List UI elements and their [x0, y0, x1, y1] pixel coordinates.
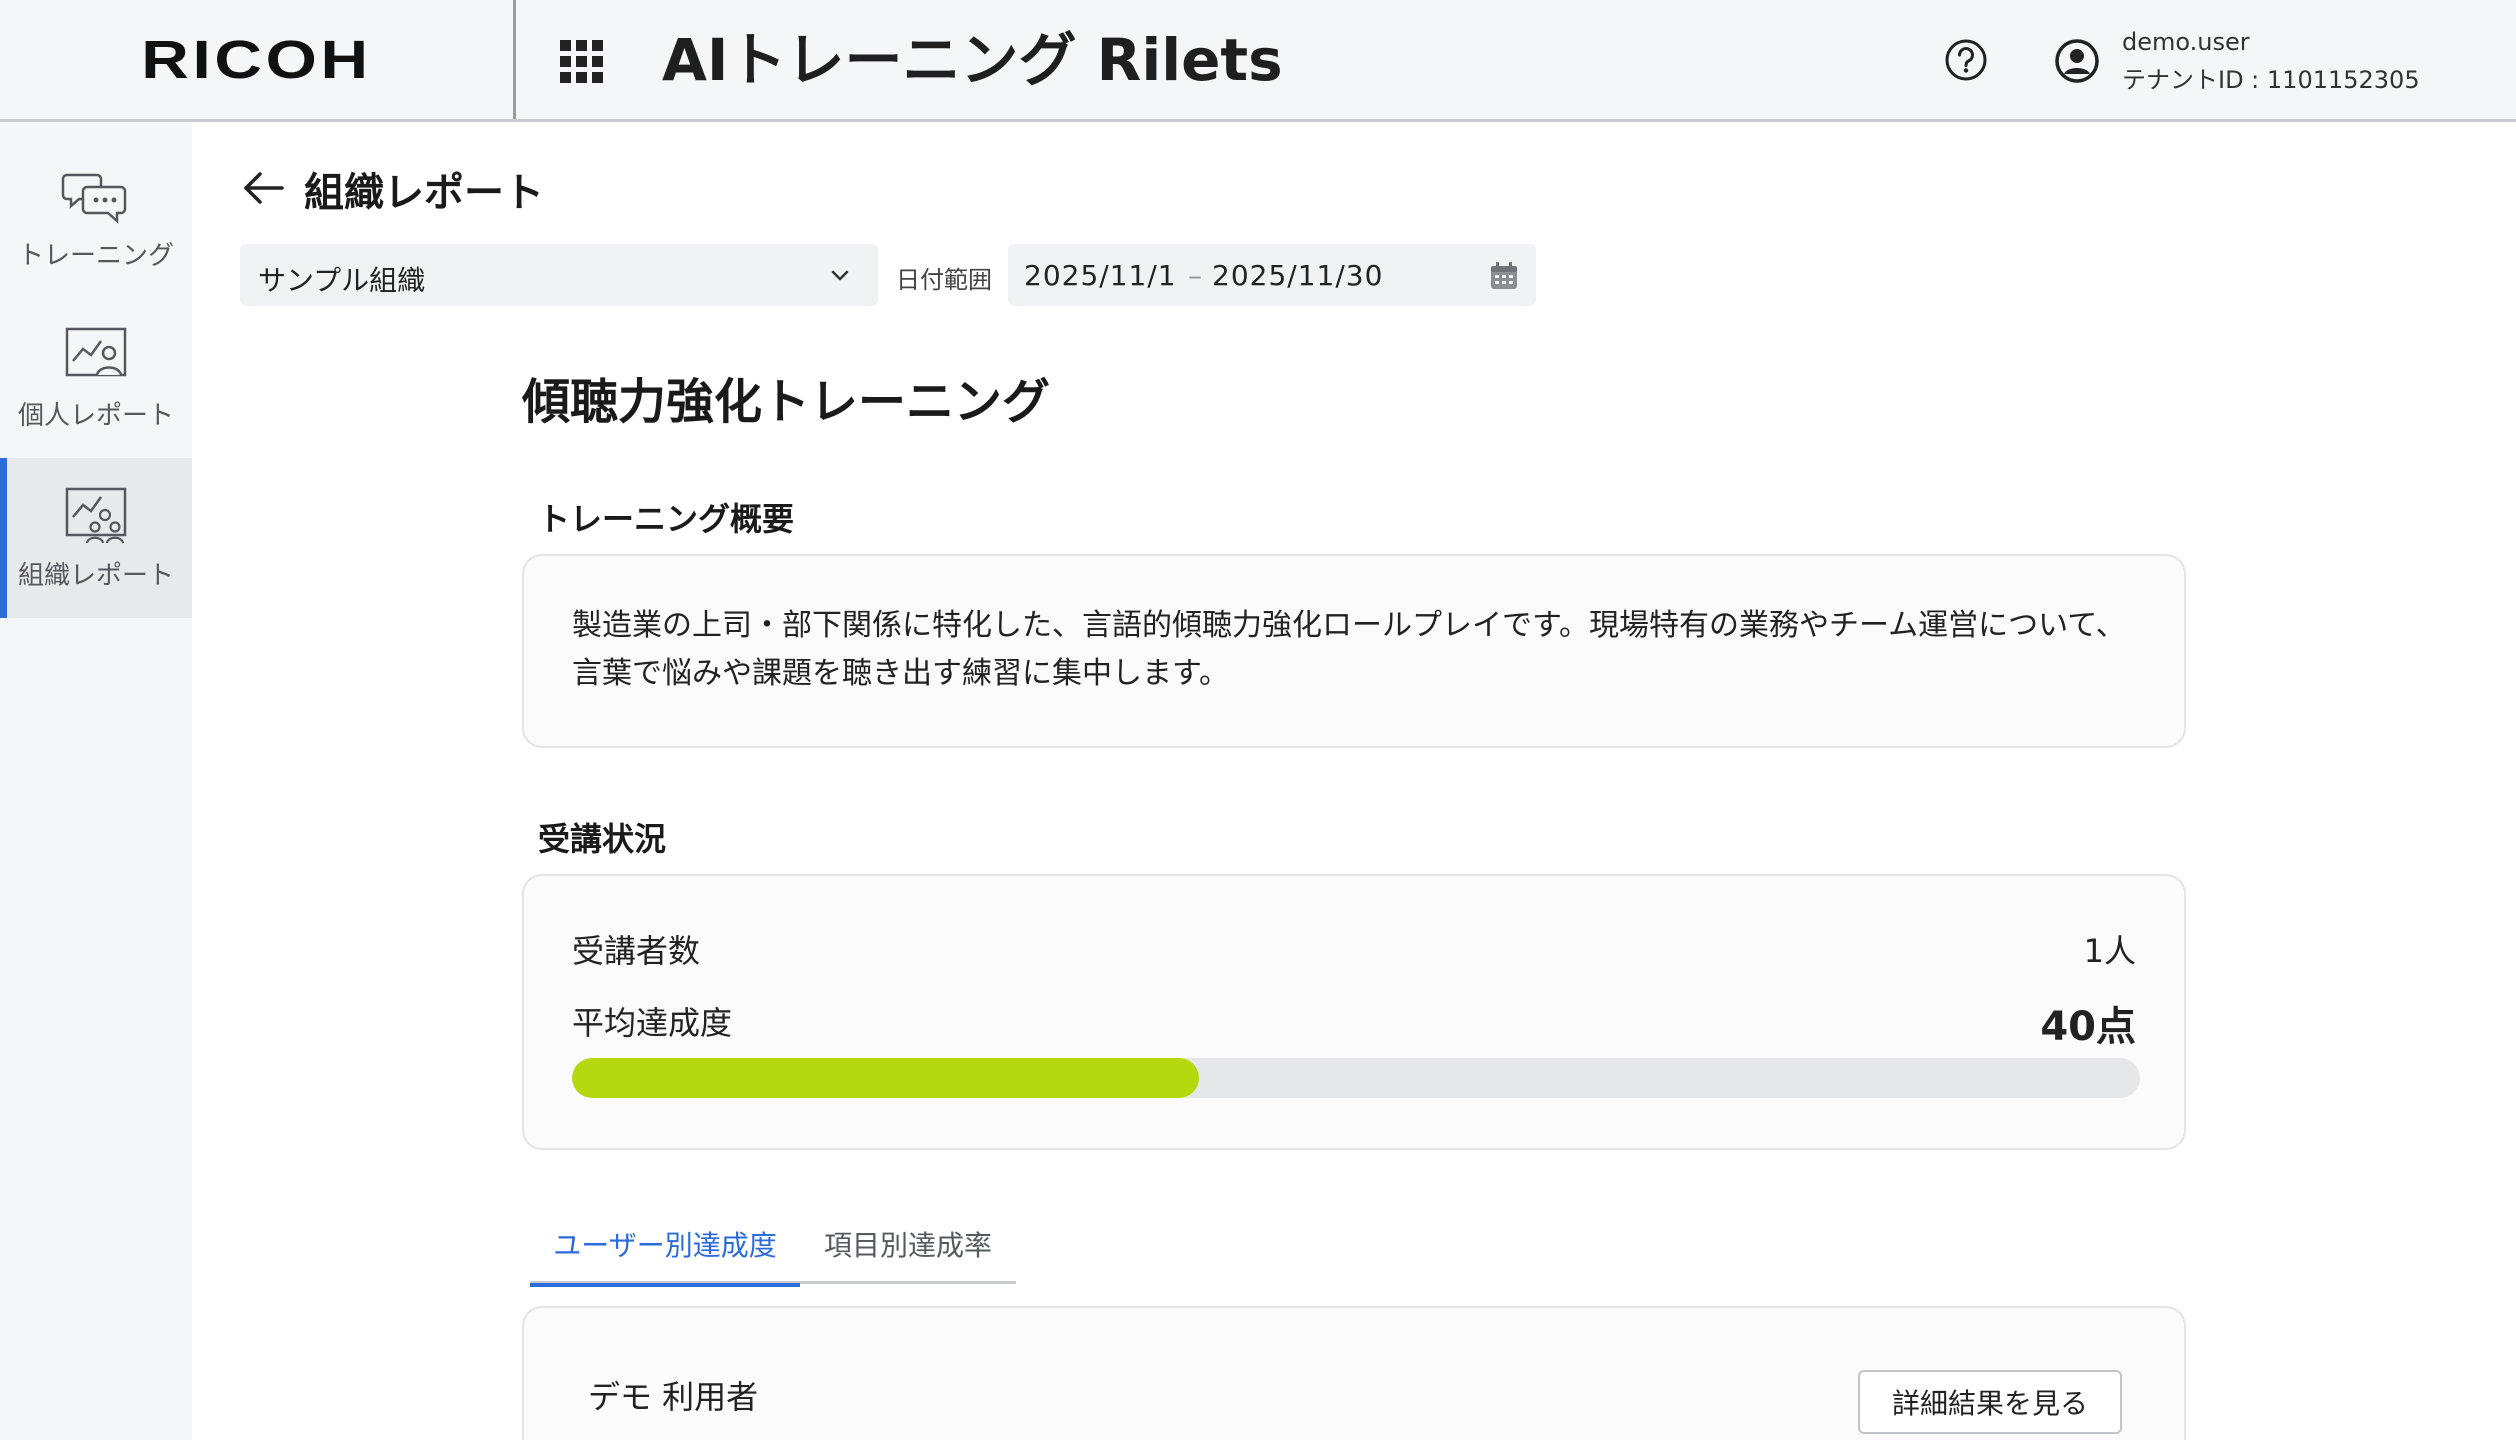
- date-end: 2025/11/30: [1212, 259, 1384, 292]
- participants-value: 1人: [2083, 932, 2136, 970]
- help-icon[interactable]: [1944, 38, 1988, 82]
- sidebar: トレーニング 個人レポート 組織レポート: [0, 122, 192, 1440]
- sidebar-item-label: 組織レポート: [17, 560, 174, 591]
- organization-select[interactable]: サンプル組織: [240, 244, 878, 306]
- view-details-button[interactable]: 詳細結果を見る: [1858, 1370, 2122, 1434]
- apps-grid-icon[interactable]: [558, 38, 606, 86]
- date-range-picker[interactable]: 2025/11/1 – 2025/11/30: [1008, 244, 1536, 306]
- organization-select-value: サンプル組織: [258, 264, 426, 297]
- app-header: RICOH AIトレーニング Rilets demo.user テナントID :…: [0, 0, 2516, 122]
- sidebar-item-label: トレーニング: [17, 240, 174, 271]
- overview-card: 製造業の上司・部下関係に特化した、言語的傾聴力強化ロールプレイです。現場特有の業…: [522, 554, 2186, 748]
- tenant-id: テナントID : 1101152305: [2122, 66, 2420, 94]
- date-range-label: 日付範囲: [896, 266, 992, 294]
- tab-user-achievement[interactable]: ユーザー別達成度: [530, 1224, 800, 1287]
- user-name: demo.user: [2122, 28, 2250, 56]
- average-achievement-label: 平均達成度: [572, 1004, 733, 1042]
- logo-area[interactable]: RICOH: [0, 0, 516, 119]
- sidebar-item-label: 個人レポート: [17, 400, 174, 431]
- account-icon[interactable]: [2054, 38, 2100, 84]
- status-heading: 受講状況: [538, 820, 667, 858]
- average-achievement-value: 40点: [2040, 1004, 2136, 1050]
- report-tabs: ユーザー別達成度 項目別達成率: [530, 1220, 1016, 1287]
- chevron-down-icon: [831, 270, 849, 281]
- calendar-icon[interactable]: [1488, 260, 1520, 292]
- page-title: 組織レポート: [304, 170, 544, 216]
- chat-bubbles-icon: [61, 173, 127, 224]
- achievement-progress-bar: [572, 1058, 2140, 1098]
- overview-text: 製造業の上司・部下関係に特化した、言語的傾聴力強化ロールプレイです。現場特有の業…: [572, 608, 2126, 691]
- status-card: 受講者数 1人 平均達成度 40点: [522, 874, 2186, 1150]
- tab-item-achievement[interactable]: 項目別達成率: [800, 1224, 1016, 1284]
- user-result-card: デモ 利用者 詳細結果を見る: [522, 1306, 2186, 1440]
- date-start: 2025/11/1: [1024, 259, 1177, 292]
- date-separator: –: [1188, 259, 1203, 292]
- sidebar-item-training[interactable]: トレーニング: [0, 138, 192, 298]
- app-title: AIトレーニング Rilets: [662, 26, 1283, 94]
- ricoh-logo: RICOH: [141, 29, 372, 90]
- achievement-progress-fill: [572, 1058, 1200, 1098]
- training-title: 傾聴力強化トレーニング: [522, 374, 1051, 430]
- sidebar-item-org-report[interactable]: 組織レポート: [0, 458, 192, 618]
- back-arrow-icon[interactable]: [240, 166, 286, 210]
- sidebar-item-personal-report[interactable]: 個人レポート: [0, 298, 192, 458]
- user-result-name: デモ 利用者: [588, 1378, 759, 1416]
- overview-heading: トレーニング概要: [538, 500, 795, 538]
- org-report-icon: [65, 487, 127, 543]
- participants-label: 受講者数: [572, 932, 701, 970]
- personal-report-icon: [65, 327, 127, 376]
